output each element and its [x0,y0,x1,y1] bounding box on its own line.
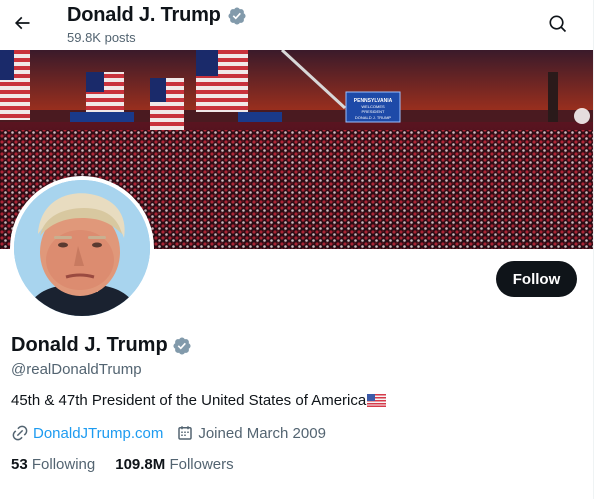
link-icon [12,425,28,441]
joined-date: Joined March 2009 [198,424,326,442]
flag-1 [86,72,124,112]
arrow-left-icon [14,16,30,30]
search-button[interactable] [544,10,572,38]
back-button[interactable] [8,9,36,37]
flag-2 [150,78,184,130]
post-count: 59.8K posts [67,30,136,45]
avatar[interactable] [10,176,154,320]
avatar-photo [14,180,150,316]
bio-text: 45th & 47th President of the United Stat… [11,392,367,409]
followers-stat[interactable]: 109.8M Followers [115,456,233,473]
following-label: Following [31,456,96,473]
verified-badge-icon[interactable] [172,336,192,356]
svg-text:DONALD J. TRUMP: DONALD J. TRUMP [355,115,391,120]
profile-meta: DonaldJTrump.com Joined March 2009 [11,424,326,442]
verified-badge-icon [228,6,246,25]
follow-stats: 53 Following 109.8M Followers [11,456,234,473]
followers-label: Followers [169,456,234,473]
banner-sign: PENNSYLVANIA WELCOMES PRESIDENT DONALD J… [345,91,401,123]
follow-button[interactable]: Follow [496,261,577,297]
header-title: Donald J. Trump [67,4,247,27]
following-count: 53 [11,456,28,473]
svg-text:PRESIDENT: PRESIDENT [362,109,385,114]
website-link[interactable]: DonaldJTrump.com [33,425,163,442]
following-stat[interactable]: 53 Following [11,456,95,473]
flag-3 [196,50,248,112]
website-item: DonaldJTrump.com [11,424,163,442]
search-icon [549,15,567,33]
header-name: Donald J. Trump [67,4,221,26]
joined-item: Joined March 2009 [176,424,326,442]
user-handle: @realDonaldTrump [11,361,142,378]
profile-bio: 45th & 47th President of the United Stat… [11,392,387,409]
calendar-icon [178,426,193,440]
followers-count: 109.8M [115,456,166,473]
us-flag-icon [367,394,387,407]
profile-header: Donald J. Trump 59.8K posts [0,0,593,50]
profile-name-row: Donald J. Trump [11,334,192,357]
flag-left [0,50,30,120]
display-name: Donald J. Trump [11,334,168,356]
